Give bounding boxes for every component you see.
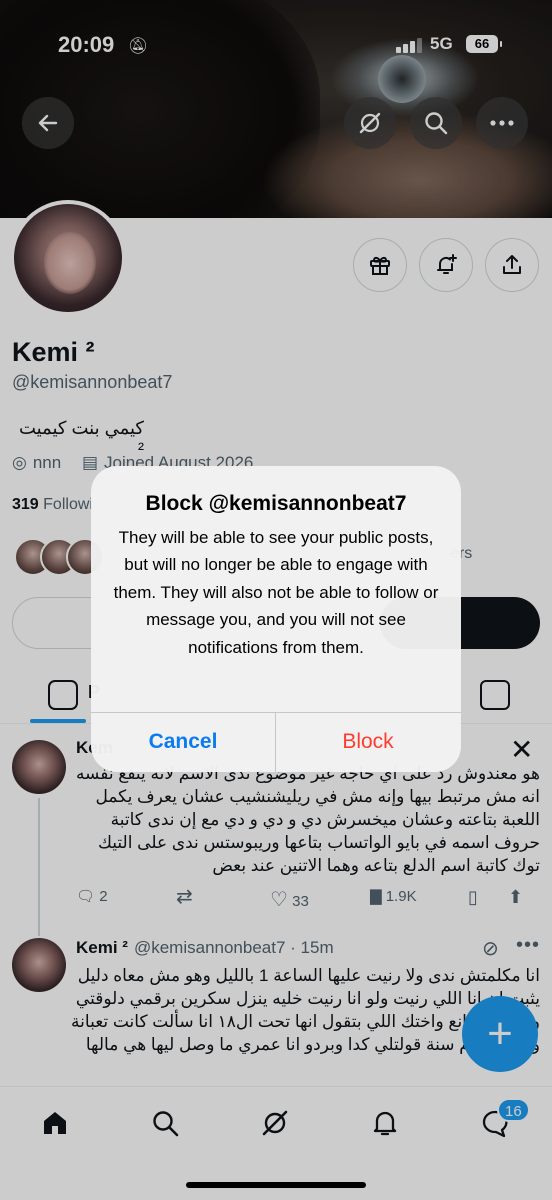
cancel-button[interactable]: Cancel [91,712,275,772]
alert-message: They will be able to see your public pos… [113,528,439,657]
profile-page: 20:09 🔕︎ 5G 66 Kemi ² @kemisannonbeat7 ك… [0,0,552,1200]
block-button[interactable]: Block [276,712,460,772]
block-alert-dialog: Block @kemisannonbeat7 They will be able… [91,466,461,772]
alert-title: Block @kemisannonbeat7 [145,492,407,515]
